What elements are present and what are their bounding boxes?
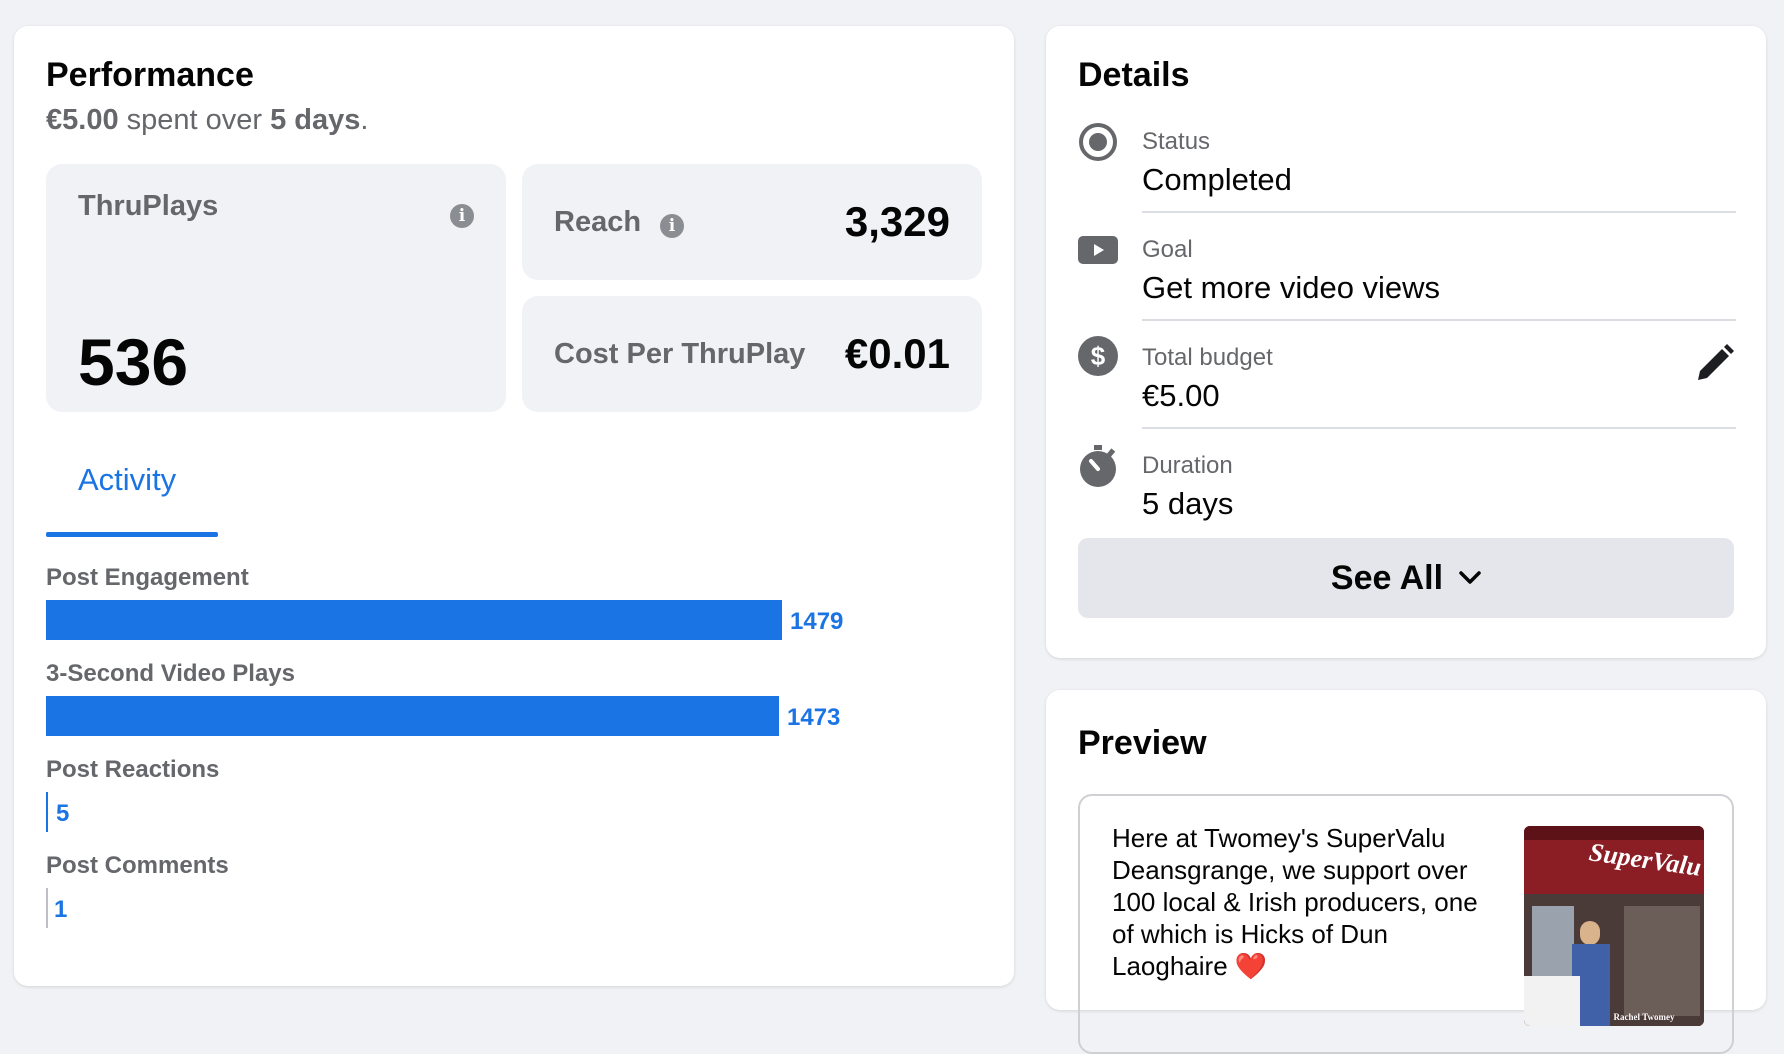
duration-value: 5 days (1142, 486, 1234, 521)
thruplays-value: 536 (78, 325, 189, 399)
thruplays-label: ThruPlays (78, 190, 219, 222)
goal-value: Get more video views (1142, 270, 1441, 305)
performance-title: Performance (46, 56, 254, 94)
cost-value: €0.01 (844, 330, 950, 377)
spent-days: 5 days (270, 104, 361, 136)
budget-label: Total budget (1142, 344, 1273, 371)
activity-label-post-engagement: Post Engagement (46, 564, 249, 591)
dollar-icon: $ (1078, 336, 1118, 381)
status-label: Status (1142, 128, 1211, 155)
performance-card: Performance €5.00 spent over 5 days. Thr… (14, 26, 1014, 986)
activity-value-video-plays: 1473 (787, 704, 841, 731)
thumb-caption: Rachel Twomey (1614, 1012, 1675, 1022)
info-icon[interactable]: i (660, 214, 684, 238)
preview-card: Preview Here at Twomey's SuperValu Deans… (1046, 690, 1766, 1054)
pencil-icon[interactable] (1694, 344, 1734, 389)
tab-activity[interactable]: Activity (78, 462, 176, 498)
ad-preview[interactable]: Here at Twomey's SuperValu Deansgrange, … (1078, 794, 1734, 1054)
tab-activity-underline (46, 532, 218, 537)
activity-bar-post-engagement (46, 600, 782, 640)
see-all-label: See All (1330, 558, 1444, 597)
info-icon[interactable]: i (450, 204, 474, 228)
cost-label: Cost Per ThruPlay (554, 338, 806, 370)
reach-metric: Reach i 3,329 (522, 164, 982, 280)
activity-label-post-comments: Post Comments (46, 852, 229, 879)
reach-value: 3,329 (844, 198, 950, 245)
spent-suffix: . (360, 104, 369, 136)
activity-bar-post-reactions (46, 792, 48, 832)
detail-divider (1142, 427, 1736, 429)
activity-label-video-plays: 3-Second Video Plays (46, 660, 295, 687)
video-goal-icon (1078, 234, 1118, 271)
radio-status-icon (1078, 122, 1118, 167)
svg-text:$: $ (1091, 341, 1106, 371)
preview-title: Preview (1078, 724, 1207, 762)
duration-label: Duration (1142, 452, 1233, 479)
spent-mid-text: spent over (118, 104, 271, 136)
activity-value-post-comments: 1 (54, 896, 68, 923)
reach-label: Reach (554, 206, 642, 238)
detail-divider (1142, 319, 1736, 321)
activity-value-post-engagement: 1479 (790, 608, 844, 635)
goal-label: Goal (1142, 236, 1193, 263)
chevron-down-icon (1459, 571, 1481, 584)
ad-preview-thumbnail[interactable]: SuperValu Rachel Twomey (1524, 826, 1704, 1026)
activity-bar-video-plays (46, 696, 779, 736)
activity-label-post-reactions: Post Reactions (46, 756, 220, 783)
activity-bar-post-comments (46, 888, 48, 928)
budget-value: €5.00 (1142, 378, 1220, 413)
status-value: Completed (1142, 162, 1292, 197)
spent-amount: €5.00 (46, 104, 119, 136)
see-all-button[interactable]: See All (1078, 538, 1734, 618)
stopwatch-icon (1078, 444, 1118, 493)
activity-value-post-reactions: 5 (56, 800, 70, 827)
ad-preview-text: Here at Twomey's SuperValu Deansgrange, … (1112, 823, 1478, 981)
details-card: Details Status Completed Goal Get more v… (1046, 26, 1766, 658)
performance-subtitle: €5.00 spent over 5 days. (46, 104, 368, 137)
cost-metric: Cost Per ThruPlay €0.01 (522, 296, 982, 412)
thruplays-metric: ThruPlays i 536 (46, 164, 506, 412)
detail-divider (1142, 211, 1736, 213)
details-title: Details (1078, 56, 1190, 94)
